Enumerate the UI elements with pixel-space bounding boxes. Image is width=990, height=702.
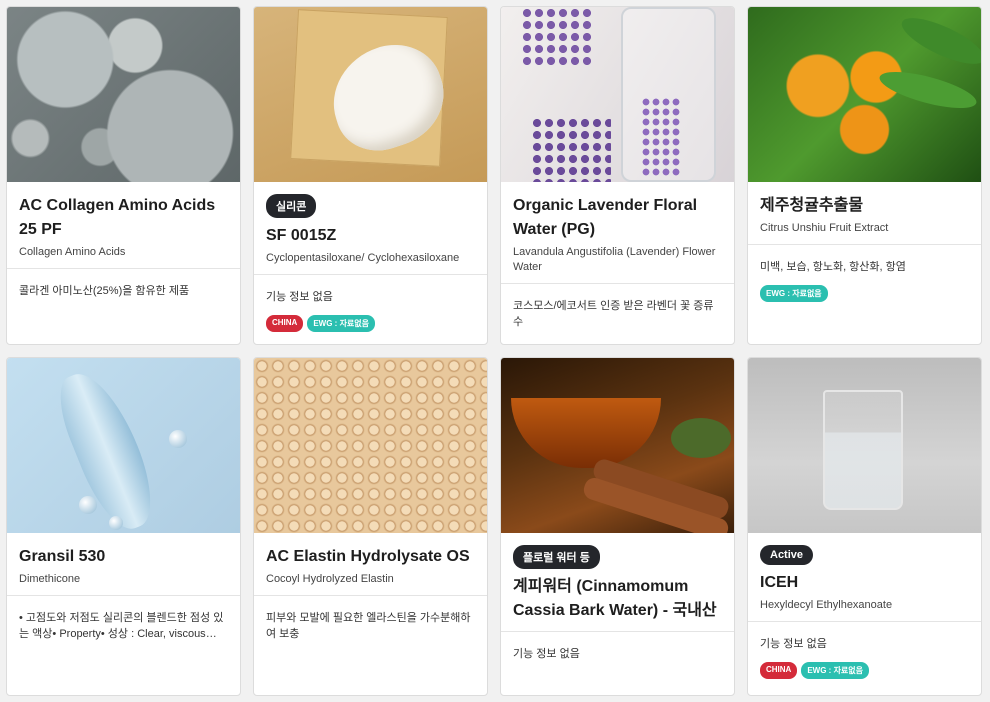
- product-title[interactable]: AC Collagen Amino Acids 25 PF: [19, 194, 228, 242]
- product-card[interactable]: Organic Lavender Floral Water (PG) Lavan…: [500, 6, 735, 345]
- tag-ewg: EWG : 자료없음: [760, 285, 828, 302]
- product-image: [254, 7, 487, 182]
- product-description: 피부와 모발에 필요한 엘라스틴을 가수분해하여 보충: [266, 612, 471, 640]
- tag-china: CHINA: [266, 315, 304, 332]
- product-description: 미백, 보습, 항노화, 항산화, 항염: [760, 261, 906, 273]
- product-title[interactable]: SF 0015Z: [266, 224, 475, 248]
- product-card[interactable]: 실리콘 SF 0015Z Cyclopentasiloxane/ Cyclohe…: [253, 6, 488, 345]
- product-title[interactable]: 계피워터 (Cinnamomum Cassia Bark Water) - 국내…: [513, 575, 722, 623]
- product-inci-name: Lavandula Angustifolia (Lavender) Flower…: [513, 246, 716, 273]
- tag-list: CHINA EWG : 자료없음: [748, 652, 981, 679]
- product-description: 코스모스/에코서트 인증 받은 라벤더 꽃 증류수: [513, 300, 714, 328]
- product-image: [7, 7, 240, 182]
- product-card[interactable]: AC Elastin Hydrolysate OS Cocoyl Hydroly…: [253, 357, 488, 696]
- category-badge: 플로럴 워터 등: [513, 545, 600, 569]
- tag-china: CHINA: [760, 662, 798, 679]
- product-inci-name: Collagen Amino Acids: [19, 246, 126, 258]
- product-description: 기능 정보 없음: [760, 638, 827, 650]
- product-title[interactable]: ICEH: [760, 571, 969, 595]
- product-inci-name: Hexyldecyl Ethylhexanoate: [760, 599, 893, 611]
- tag-list: EWG : 자료없음: [748, 275, 981, 302]
- product-image: [748, 7, 981, 182]
- product-card[interactable]: Gransil 530 Dimethicone • 고점도와 저점도 실리콘의 …: [6, 357, 241, 696]
- product-image: [254, 358, 487, 533]
- product-inci-name: Citrus Unshiu Fruit Extract: [760, 222, 889, 234]
- product-image: [501, 358, 734, 533]
- product-description: 기능 정보 없음: [513, 648, 580, 660]
- category-badge: Active: [760, 545, 814, 565]
- product-inci-name: Cocoyl Hydrolyzed Elastin: [266, 573, 394, 585]
- product-title[interactable]: Organic Lavender Floral Water (PG): [513, 194, 722, 242]
- tag-ewg: EWG : 자료없음: [307, 315, 376, 332]
- card-header: AC Collagen Amino Acids 25 PF Collagen A…: [7, 182, 240, 269]
- tag-list: CHINA EWG : 자료없음: [254, 305, 487, 332]
- product-description: • 고점도와 저점도 실리콘의 블렌드한 점성 있는 액상• Property•…: [19, 612, 224, 640]
- product-image: [748, 358, 981, 533]
- card-header: Active ICEH Hexyldecyl Ethylhexanoate: [748, 533, 981, 622]
- product-description: 콜라겐 아미노산(25%)을 함유한 제품: [19, 285, 190, 297]
- product-inci-name: Dimethicone: [19, 573, 81, 585]
- product-card[interactable]: 제주청귤추출물 Citrus Unshiu Fruit Extract 미백, …: [747, 6, 982, 345]
- product-inci-name: Cyclopentasiloxane/ Cyclohexasiloxane: [266, 252, 460, 264]
- product-image: [501, 7, 734, 182]
- product-image: [7, 358, 240, 533]
- product-card[interactable]: Active ICEH Hexyldecyl Ethylhexanoate 기능…: [747, 357, 982, 696]
- product-card[interactable]: 플로럴 워터 등 계피워터 (Cinnamomum Cassia Bark Wa…: [500, 357, 735, 696]
- category-badge: 실리콘: [266, 194, 317, 218]
- product-title[interactable]: Gransil 530: [19, 545, 228, 569]
- tag-ewg: EWG : 자료없음: [801, 662, 870, 679]
- card-header: Organic Lavender Floral Water (PG) Lavan…: [501, 182, 734, 284]
- card-header: 플로럴 워터 등 계피워터 (Cinnamomum Cassia Bark Wa…: [501, 533, 734, 632]
- product-description: 기능 정보 없음: [266, 291, 333, 303]
- card-header: 제주청귤추출물 Citrus Unshiu Fruit Extract: [748, 182, 981, 245]
- product-grid: AC Collagen Amino Acids 25 PF Collagen A…: [6, 6, 984, 696]
- card-header: Gransil 530 Dimethicone: [7, 533, 240, 596]
- product-title[interactable]: AC Elastin Hydrolysate OS: [266, 545, 475, 569]
- product-title[interactable]: 제주청귤추출물: [760, 194, 969, 218]
- product-card[interactable]: AC Collagen Amino Acids 25 PF Collagen A…: [6, 6, 241, 345]
- card-header: 실리콘 SF 0015Z Cyclopentasiloxane/ Cyclohe…: [254, 182, 487, 275]
- card-header: AC Elastin Hydrolysate OS Cocoyl Hydroly…: [254, 533, 487, 596]
